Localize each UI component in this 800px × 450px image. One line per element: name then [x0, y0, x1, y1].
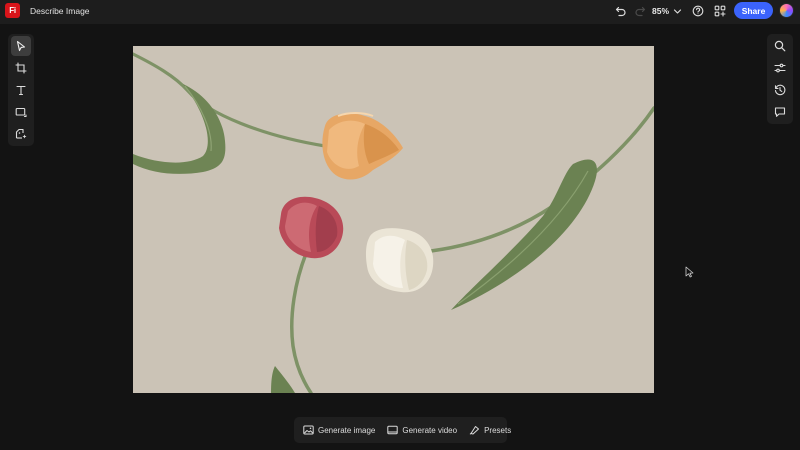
tulips-image: [133, 46, 654, 393]
share-button[interactable]: Share: [734, 2, 773, 19]
image-icon: [303, 425, 314, 435]
zoom-dropdown[interactable]: 85%: [652, 3, 682, 19]
generate-video-button[interactable]: Generate video: [381, 420, 463, 440]
canvas-image[interactable]: [133, 46, 654, 393]
document-title[interactable]: Describe Image: [30, 6, 90, 16]
crop-tool[interactable]: [11, 58, 31, 78]
history-tool[interactable]: [770, 80, 790, 100]
undo-icon[interactable]: [613, 3, 629, 19]
redo-icon[interactable]: [632, 3, 648, 19]
chevron-down-icon: [673, 8, 682, 14]
pointer-icon: [16, 40, 26, 52]
presets-label: Presets: [484, 425, 512, 435]
select-tool[interactable]: [11, 36, 31, 56]
image-generate-icon: [15, 128, 26, 139]
presets-icon: [469, 426, 480, 435]
generate-image-button[interactable]: Generate image: [297, 420, 381, 440]
text-icon: [16, 85, 26, 96]
bottom-toolbar: Generate image Generate video Presets: [294, 417, 511, 443]
search-icon: [774, 40, 786, 52]
adjust-tool[interactable]: [770, 58, 790, 78]
top-bar: Fi Describe Image 85% Share: [0, 0, 800, 24]
generate-video-label: Generate video: [402, 425, 458, 435]
comment-icon: [774, 107, 786, 117]
rectangle-icon: [15, 107, 27, 118]
search-tool[interactable]: [770, 36, 790, 56]
comments-tool[interactable]: [770, 102, 790, 122]
presets-button[interactable]: Presets: [463, 420, 517, 440]
text-tool[interactable]: [11, 80, 31, 100]
zoom-level: 85%: [652, 6, 670, 16]
sliders-icon: [774, 63, 786, 73]
crop-icon: [15, 62, 27, 74]
app-logo[interactable]: Fi: [5, 3, 20, 18]
avatar[interactable]: [779, 3, 794, 18]
left-tool-panel: [8, 34, 34, 146]
generate-tool[interactable]: [11, 124, 31, 144]
generate-image-label: Generate image: [318, 425, 376, 435]
right-tool-panel: [767, 34, 793, 124]
video-icon: [387, 425, 399, 435]
apps-icon[interactable]: [712, 3, 728, 19]
mouse-cursor-icon: [685, 266, 694, 278]
help-icon[interactable]: [690, 3, 706, 19]
shape-tool[interactable]: [11, 102, 31, 122]
history-icon: [774, 84, 786, 96]
